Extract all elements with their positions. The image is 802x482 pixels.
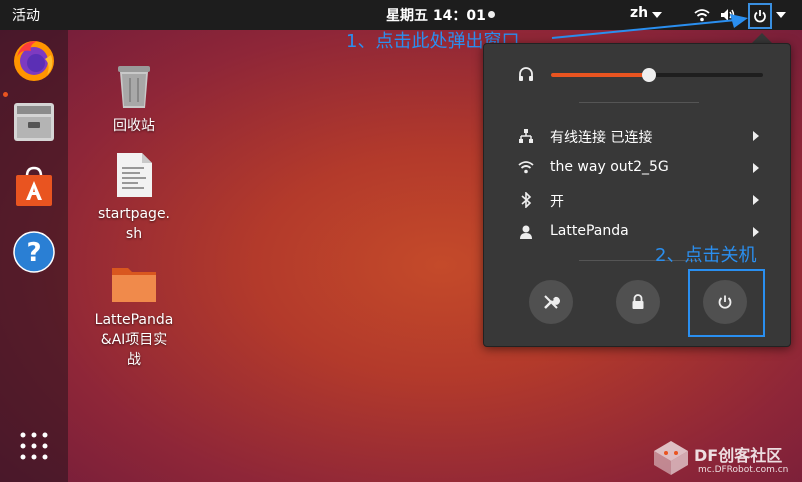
dfrobot-logo-icon <box>654 441 688 475</box>
trash-label: 回收站 <box>113 118 155 134</box>
notification-dot <box>488 11 495 18</box>
files-launcher[interactable] <box>8 96 60 148</box>
wifi-icon <box>518 160 534 178</box>
submenu-arrow-icon <box>753 163 759 173</box>
lattepanda-folder-icon[interactable]: LattePanda &AI项目实 战 <box>84 262 184 370</box>
startpage-file-icon[interactable]: startpage. sh <box>84 152 184 244</box>
lattepanda-label: LattePanda &AI项目实 战 <box>94 312 174 368</box>
tray-power-icon[interactable] <box>748 3 772 29</box>
menu-item-wired[interactable]: 有线连接 已连接 <box>484 121 790 151</box>
menu-item-label: 开 <box>550 194 564 210</box>
menu-item-wifi[interactable]: the way out2_5G <box>484 153 790 183</box>
system-menu-dropdown-icon[interactable] <box>776 12 786 18</box>
bluetooth-icon <box>518 191 534 212</box>
volume-slider[interactable] <box>551 68 763 82</box>
submenu-arrow-icon <box>753 227 759 237</box>
menu-item-label: 有线连接 已连接 <box>550 130 653 146</box>
firefox-icon <box>14 41 54 81</box>
folder-icon <box>112 268 156 302</box>
watermark-title: DF创客社区 <box>694 446 783 465</box>
svg-text:?: ? <box>26 238 41 268</box>
show-applications-button[interactable] <box>8 420 60 472</box>
user-icon <box>518 224 534 244</box>
power-off-highlight <box>688 269 765 337</box>
shopping-bag-icon <box>16 166 52 206</box>
lock-button[interactable] <box>616 280 660 324</box>
annotation-arrow <box>551 14 748 39</box>
volume-slider-fill <box>551 73 649 77</box>
settings-button[interactable] <box>529 280 573 324</box>
divider <box>579 102 699 103</box>
submenu-arrow-icon <box>753 131 759 141</box>
clock[interactable]: 星期五 14：01 <box>386 5 486 25</box>
volume-slider-handle[interactable] <box>642 68 656 82</box>
dock: ? <box>0 30 68 482</box>
trash-desktop-icon[interactable]: 回收站 <box>84 62 184 136</box>
menu-item-label: the way out2_5G <box>550 159 669 175</box>
firefox-launcher[interactable] <box>8 34 60 86</box>
file-cabinet-icon <box>14 103 54 141</box>
annotation-step2: 2、点击关机 <box>655 245 757 266</box>
menu-item-bluetooth[interactable]: 开 <box>484 185 790 215</box>
lock-icon <box>632 294 644 309</box>
app-grid-icon <box>20 432 48 460</box>
trash-icon <box>118 66 150 108</box>
menu-item-label: LattePanda <box>550 223 629 239</box>
wired-network-icon <box>518 128 534 148</box>
software-center-launcher[interactable] <box>8 160 60 212</box>
text-file-icon <box>117 153 152 197</box>
submenu-arrow-icon <box>753 195 759 205</box>
volume-row <box>484 64 790 86</box>
menu-caret <box>752 33 772 43</box>
startpage-label: startpage. sh <box>97 206 171 242</box>
settings-icon <box>544 295 560 309</box>
help-launcher[interactable]: ? <box>8 226 60 278</box>
headphones-icon <box>518 66 534 86</box>
help-icon: ? <box>13 231 55 273</box>
activities-button[interactable]: 活动 <box>12 5 40 25</box>
watermark-url: mc.DFRobot.com.cn <box>698 465 789 475</box>
